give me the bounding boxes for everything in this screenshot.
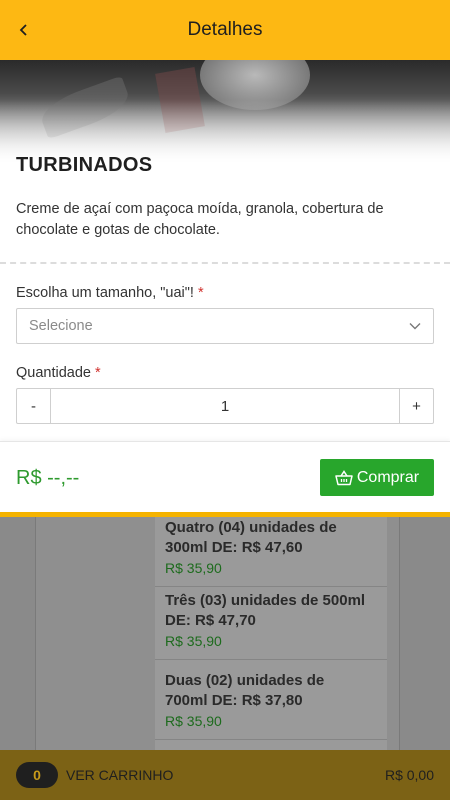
required-mark: * (197, 285, 204, 301)
modal-header: Detalhes (0, 0, 450, 60)
list-item-title: Três (03) unidades de 500ml (165, 592, 366, 609)
section-divider (0, 262, 450, 264)
increase-quantity-button[interactable]: + (399, 389, 433, 423)
size-select-placeholder: Selecione (29, 318, 93, 334)
quantity-label: Quantidade * (16, 365, 101, 381)
quantity-input[interactable]: 1 (51, 389, 399, 423)
back-button[interactable] (12, 18, 36, 42)
list-item-title: 700ml DE: R$ 37,80 (165, 692, 303, 709)
list-item-price: R$ 35,90 (165, 713, 222, 729)
decrease-quantity-button[interactable]: - (17, 389, 51, 423)
page-title: Detalhes (187, 19, 263, 40)
size-select[interactable]: Selecione (16, 308, 434, 344)
quantity-label-text: Quantidade (16, 365, 91, 381)
basket-icon (335, 469, 353, 486)
list-item-title: Duas (02) unidades de (165, 672, 325, 689)
list-item[interactable]: Três (03) unidades de 500ml DE: R$ 47,70… (155, 583, 387, 660)
product-description: Creme de açaí com paçoca moída, granola,… (16, 201, 384, 238)
chevron-left-icon (19, 24, 27, 36)
list-item-price: R$ 35,90 (165, 560, 222, 576)
product-details-modal: Detalhes TURBINADOS Creme de açaí com pa… (0, 0, 450, 517)
list-item-title: Quatro (04) unidades de (165, 519, 337, 536)
required-mark: * (94, 365, 101, 381)
size-label: Escolha um tamanho, "uai"! * (16, 285, 204, 301)
list-item[interactable]: Quatro (04) unidades de 300ml DE: R$ 47,… (155, 510, 387, 587)
chevron-down-icon (409, 322, 421, 330)
cart-total: R$ 0,00 (384, 767, 434, 783)
list-item[interactable]: Duas (02) unidades de 700ml DE: R$ 37,80… (155, 663, 387, 740)
cart-count-badge: 0 (16, 762, 58, 788)
modal-footer: R$ --,-- Comprar (0, 441, 450, 512)
quantity-stepper: - 1 + (16, 388, 434, 424)
list-item-price: R$ 35,90 (165, 633, 222, 649)
list-item-title: DE: R$ 47,70 (165, 612, 256, 629)
buy-button[interactable]: Comprar (320, 459, 434, 496)
list-item-title: 300ml DE: R$ 47,60 (165, 539, 303, 556)
product-name: TURBINADOS (16, 154, 153, 176)
cart-bar[interactable]: 0 VER CARRINHO R$ 0,00 (0, 750, 450, 800)
buy-button-label: Comprar (356, 468, 420, 486)
size-label-text: Escolha um tamanho, "uai"! (16, 285, 194, 301)
view-cart-label: VER CARRINHO (66, 767, 174, 783)
total-price: R$ --,-- (16, 467, 80, 489)
